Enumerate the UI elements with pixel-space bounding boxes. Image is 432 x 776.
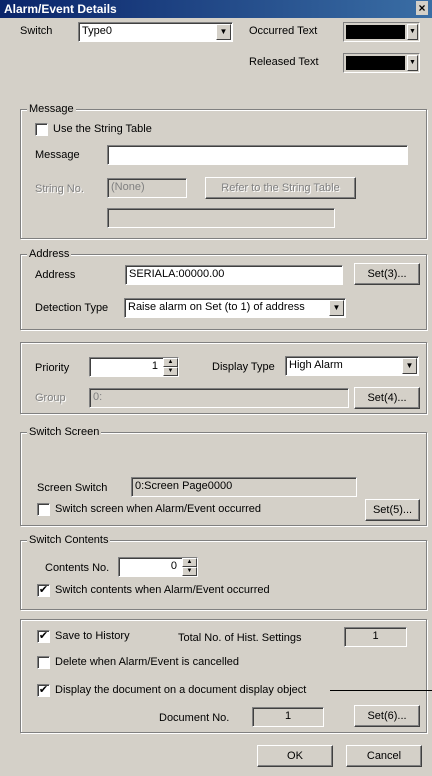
chevron-down-icon[interactable]: ▼: [402, 358, 417, 374]
group-set-button[interactable]: Set(4)...: [354, 387, 420, 409]
switch-combo[interactable]: Type0 ▼: [78, 22, 233, 42]
detection-type-combo[interactable]: Raise alarm on Set (to 1) of address ▼: [124, 298, 346, 318]
total-hist-label: Total No. of Hist. Settings: [178, 632, 302, 644]
close-icon[interactable]: ×: [416, 1, 428, 15]
display-type-label: Display Type: [212, 361, 275, 373]
cancel-button[interactable]: Cancel: [346, 745, 422, 767]
document-no-label: Document No.: [159, 712, 230, 724]
string-preview-field: [107, 208, 335, 228]
arrow-up-icon[interactable]: ▲: [182, 558, 197, 567]
switch-screen-group-label: Switch Screen: [27, 426, 102, 438]
released-color-picker[interactable]: ▼: [343, 53, 420, 73]
chevron-down-icon[interactable]: ▼: [407, 55, 418, 71]
contents-no-stepper[interactable]: ▲ ▼: [182, 558, 197, 576]
string-no-label: String No.: [35, 183, 84, 195]
priority-label: Priority: [35, 362, 70, 374]
switch-contents-group: Switch Contents: [20, 534, 427, 610]
message-label: Message: [35, 149, 80, 161]
document-set-button[interactable]: Set(6)...: [354, 705, 420, 727]
switch-screen-set-button[interactable]: Set(5)...: [365, 499, 420, 521]
switch-screen-checkbox[interactable]: [37, 503, 50, 516]
string-no-input: (None): [107, 178, 187, 198]
save-history-label: Save to History: [55, 630, 130, 642]
switch-screen-checkbox-label: Switch screen when Alarm/Event occurred: [55, 503, 262, 515]
window-title: Alarm/Event Details: [4, 2, 117, 16]
chevron-down-icon[interactable]: ▼: [407, 24, 418, 40]
display-document-label: Display the document on a document displ…: [55, 684, 307, 696]
display-document-checkbox[interactable]: ✔: [37, 684, 50, 697]
arrow-down-icon[interactable]: ▼: [182, 567, 197, 576]
address-input[interactable]: SERIALA:00000.00: [125, 265, 343, 285]
use-string-table-checkbox[interactable]: [35, 123, 48, 136]
switch-contents-checkbox[interactable]: ✔: [37, 584, 50, 597]
refer-string-table-button: Refer to the String Table: [205, 177, 356, 199]
message-group-label: Message: [27, 103, 76, 115]
address-group-label: Address: [27, 248, 72, 260]
address-label: Address: [35, 269, 76, 281]
arrow-up-icon[interactable]: ▲: [163, 358, 178, 367]
display-type-combo[interactable]: High Alarm ▼: [285, 356, 419, 376]
screen-switch-field: 0:Screen Page0000: [131, 477, 357, 497]
released-text-label: Released Text: [249, 56, 319, 68]
use-string-table-label: Use the String Table: [53, 123, 152, 135]
address-set-button[interactable]: Set(3)...: [354, 263, 420, 285]
save-history-checkbox[interactable]: ✔: [37, 630, 50, 643]
group-field: 0:: [89, 388, 349, 408]
group-label: Group: [35, 392, 66, 404]
callout-line: [330, 690, 432, 691]
priority-stepper[interactable]: ▲ ▼: [163, 358, 178, 376]
title-bar: Alarm/Event Details ×: [0, 0, 432, 18]
message-input[interactable]: [107, 145, 408, 165]
switch-contents-group-label: Switch Contents: [27, 534, 111, 546]
chevron-down-icon[interactable]: ▼: [329, 300, 344, 316]
contents-no-label: Contents No.: [45, 562, 110, 574]
arrow-down-icon[interactable]: ▼: [163, 367, 178, 376]
delete-when-cancelled-checkbox[interactable]: [37, 656, 50, 669]
delete-when-cancelled-label: Delete when Alarm/Event is cancelled: [55, 656, 240, 668]
occurred-text-label: Occurred Text: [249, 25, 318, 37]
document-no-field: 1: [252, 707, 324, 727]
occurred-color-picker[interactable]: ▼: [343, 22, 420, 42]
switch-contents-checkbox-label: Switch contents when Alarm/Event occurre…: [55, 584, 270, 596]
switch-label: Switch: [20, 25, 53, 37]
detection-type-label: Detection Type: [35, 302, 109, 314]
ok-button[interactable]: OK: [257, 745, 333, 767]
total-hist-field: 1: [344, 627, 407, 647]
screen-switch-label: Screen Switch: [37, 482, 108, 494]
chevron-down-icon[interactable]: ▼: [216, 24, 231, 40]
